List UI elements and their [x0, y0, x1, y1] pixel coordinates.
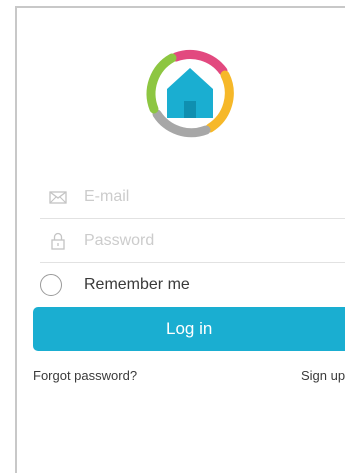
forgot-password-link[interactable]: Forgot password?: [33, 368, 137, 383]
login-button-label: Log in: [166, 319, 213, 338]
email-input[interactable]: [84, 183, 334, 211]
email-field: [40, 177, 345, 219]
login-screen: Remember me Log in Forgot password? Sign…: [0, 0, 345, 473]
login-button[interactable]: Log in: [33, 307, 345, 351]
sign-up-link[interactable]: Sign up: [301, 368, 345, 383]
password-field: [40, 221, 345, 263]
lock-icon: [51, 232, 65, 250]
envelope-icon: [49, 191, 67, 204]
home-logo-icon: [146, 50, 234, 138]
remember-me-option[interactable]: Remember me: [40, 272, 320, 300]
remember-me-label: Remember me: [84, 276, 190, 293]
radio-circle-icon[interactable]: [40, 274, 62, 296]
password-input[interactable]: [84, 227, 334, 255]
